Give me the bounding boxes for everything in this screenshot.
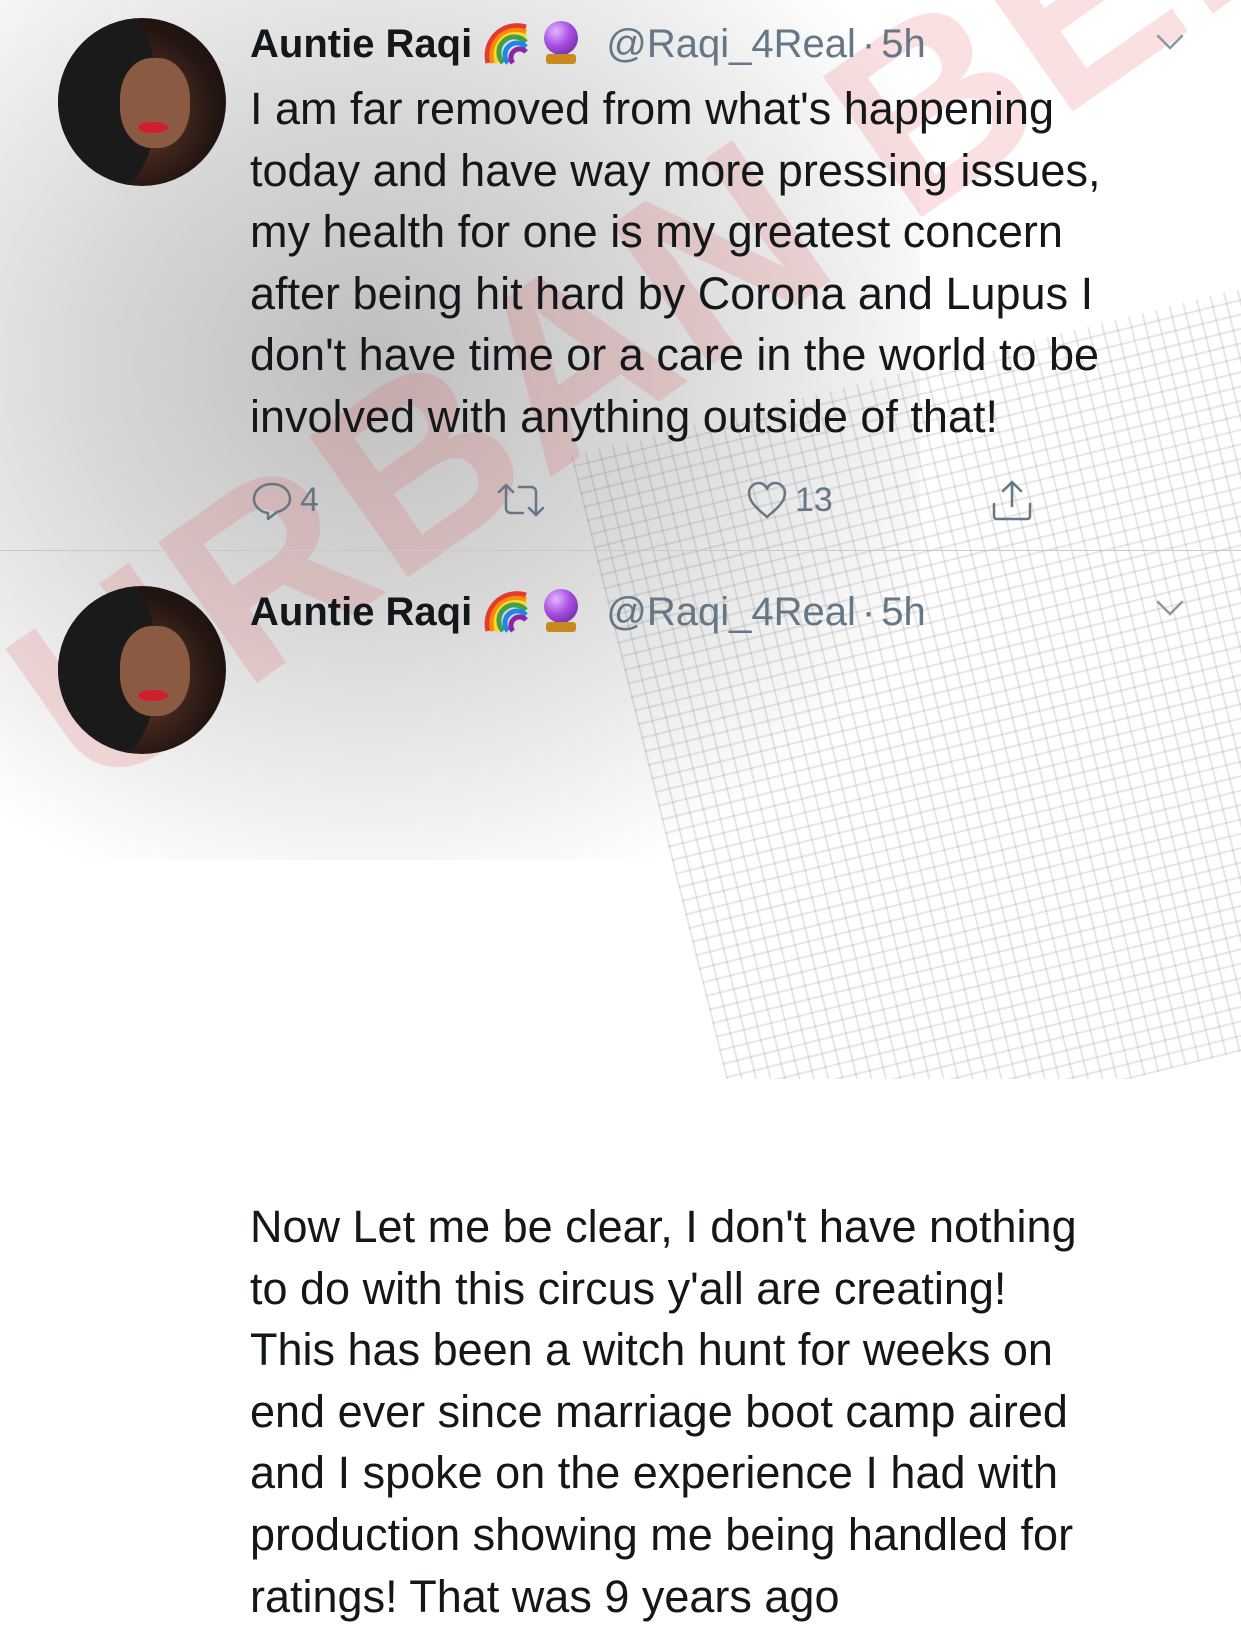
timestamp[interactable]: 5h <box>881 590 926 635</box>
tweet-text-line: after being hit hard by Corona and Lupus… <box>250 267 1094 319</box>
rainbow-emoji <box>484 589 530 635</box>
separator-dot: · <box>861 589 876 634</box>
tweet-text-line: and I spoke on the experience I had with <box>250 1447 1059 1499</box>
author-handle[interactable]: @Raqi_4Real <box>606 22 856 67</box>
heart-icon <box>747 481 787 519</box>
retweet-button[interactable] <box>495 470 553 530</box>
tweet-text-line: involved with anything outside of that! <box>250 390 998 442</box>
crystal-ball-emoji <box>538 21 584 67</box>
retweet-icon <box>497 483 545 517</box>
tweet-header: Auntie Raqi @Raqi_4Real · 5h <box>250 584 926 640</box>
reply-count: 4 <box>300 480 319 519</box>
author-name[interactable]: Auntie Raqi <box>250 590 472 635</box>
rainbow-emoji <box>484 21 530 67</box>
chevron-down-icon[interactable] <box>1152 590 1188 626</box>
tweet[interactable]: Auntie Raqi @Raqi_4Real · 5h I am far re… <box>0 0 1241 550</box>
tweet-header: Auntie Raqi @Raqi_4Real · 5h <box>250 16 926 72</box>
chevron-down-icon[interactable] <box>1152 24 1188 60</box>
tweet-text-line: today and have way more pressing issues, <box>250 144 1101 196</box>
share-icon <box>992 480 1032 521</box>
tweet-text-line: Now Let me be clear, I don't have nothin… <box>250 1201 1077 1252</box>
reply-button[interactable]: 4 <box>250 470 319 530</box>
tweet-actions: 4 13 <box>0 470 1241 530</box>
tweet-text-line: This has been a witch hunt for weeks on <box>250 1324 1053 1376</box>
avatar[interactable] <box>58 18 226 186</box>
tweet-text-line: I am far removed from what's happening <box>250 83 1054 134</box>
tweet-text: I am far removed from what's happening t… <box>250 78 1210 448</box>
avatar[interactable] <box>58 586 226 754</box>
tweet-text-line: end ever since marriage boot camp aired <box>250 1385 1068 1437</box>
tweet-text-line: my health for one is my greatest concern <box>250 206 1063 258</box>
tweet-text-line: to do with this circus y'all are creatin… <box>250 1262 1007 1314</box>
share-button[interactable] <box>988 470 1036 530</box>
tweet[interactable]: Auntie Raqi @Raqi_4Real · 5h Now Let me … <box>0 551 1241 1622</box>
like-count: 13 <box>795 480 833 519</box>
author-handle[interactable]: @Raqi_4Real <box>606 590 856 635</box>
author-name[interactable]: Auntie Raqi <box>250 22 472 67</box>
timestamp[interactable]: 5h <box>881 22 926 67</box>
tweet-text-line: production showing me being handled for <box>250 1508 1074 1560</box>
tweet-text-line: don't have time or a care in the world t… <box>250 329 1100 381</box>
crystal-ball-emoji <box>538 589 584 635</box>
like-button[interactable]: 13 <box>745 470 833 530</box>
separator-dot: · <box>861 21 876 66</box>
tweet-text-line: ratings! That was 9 years ago <box>250 1570 840 1622</box>
reply-icon <box>252 482 292 521</box>
tweet-text: Now Let me be clear, I don't have nothin… <box>250 1196 1210 1627</box>
